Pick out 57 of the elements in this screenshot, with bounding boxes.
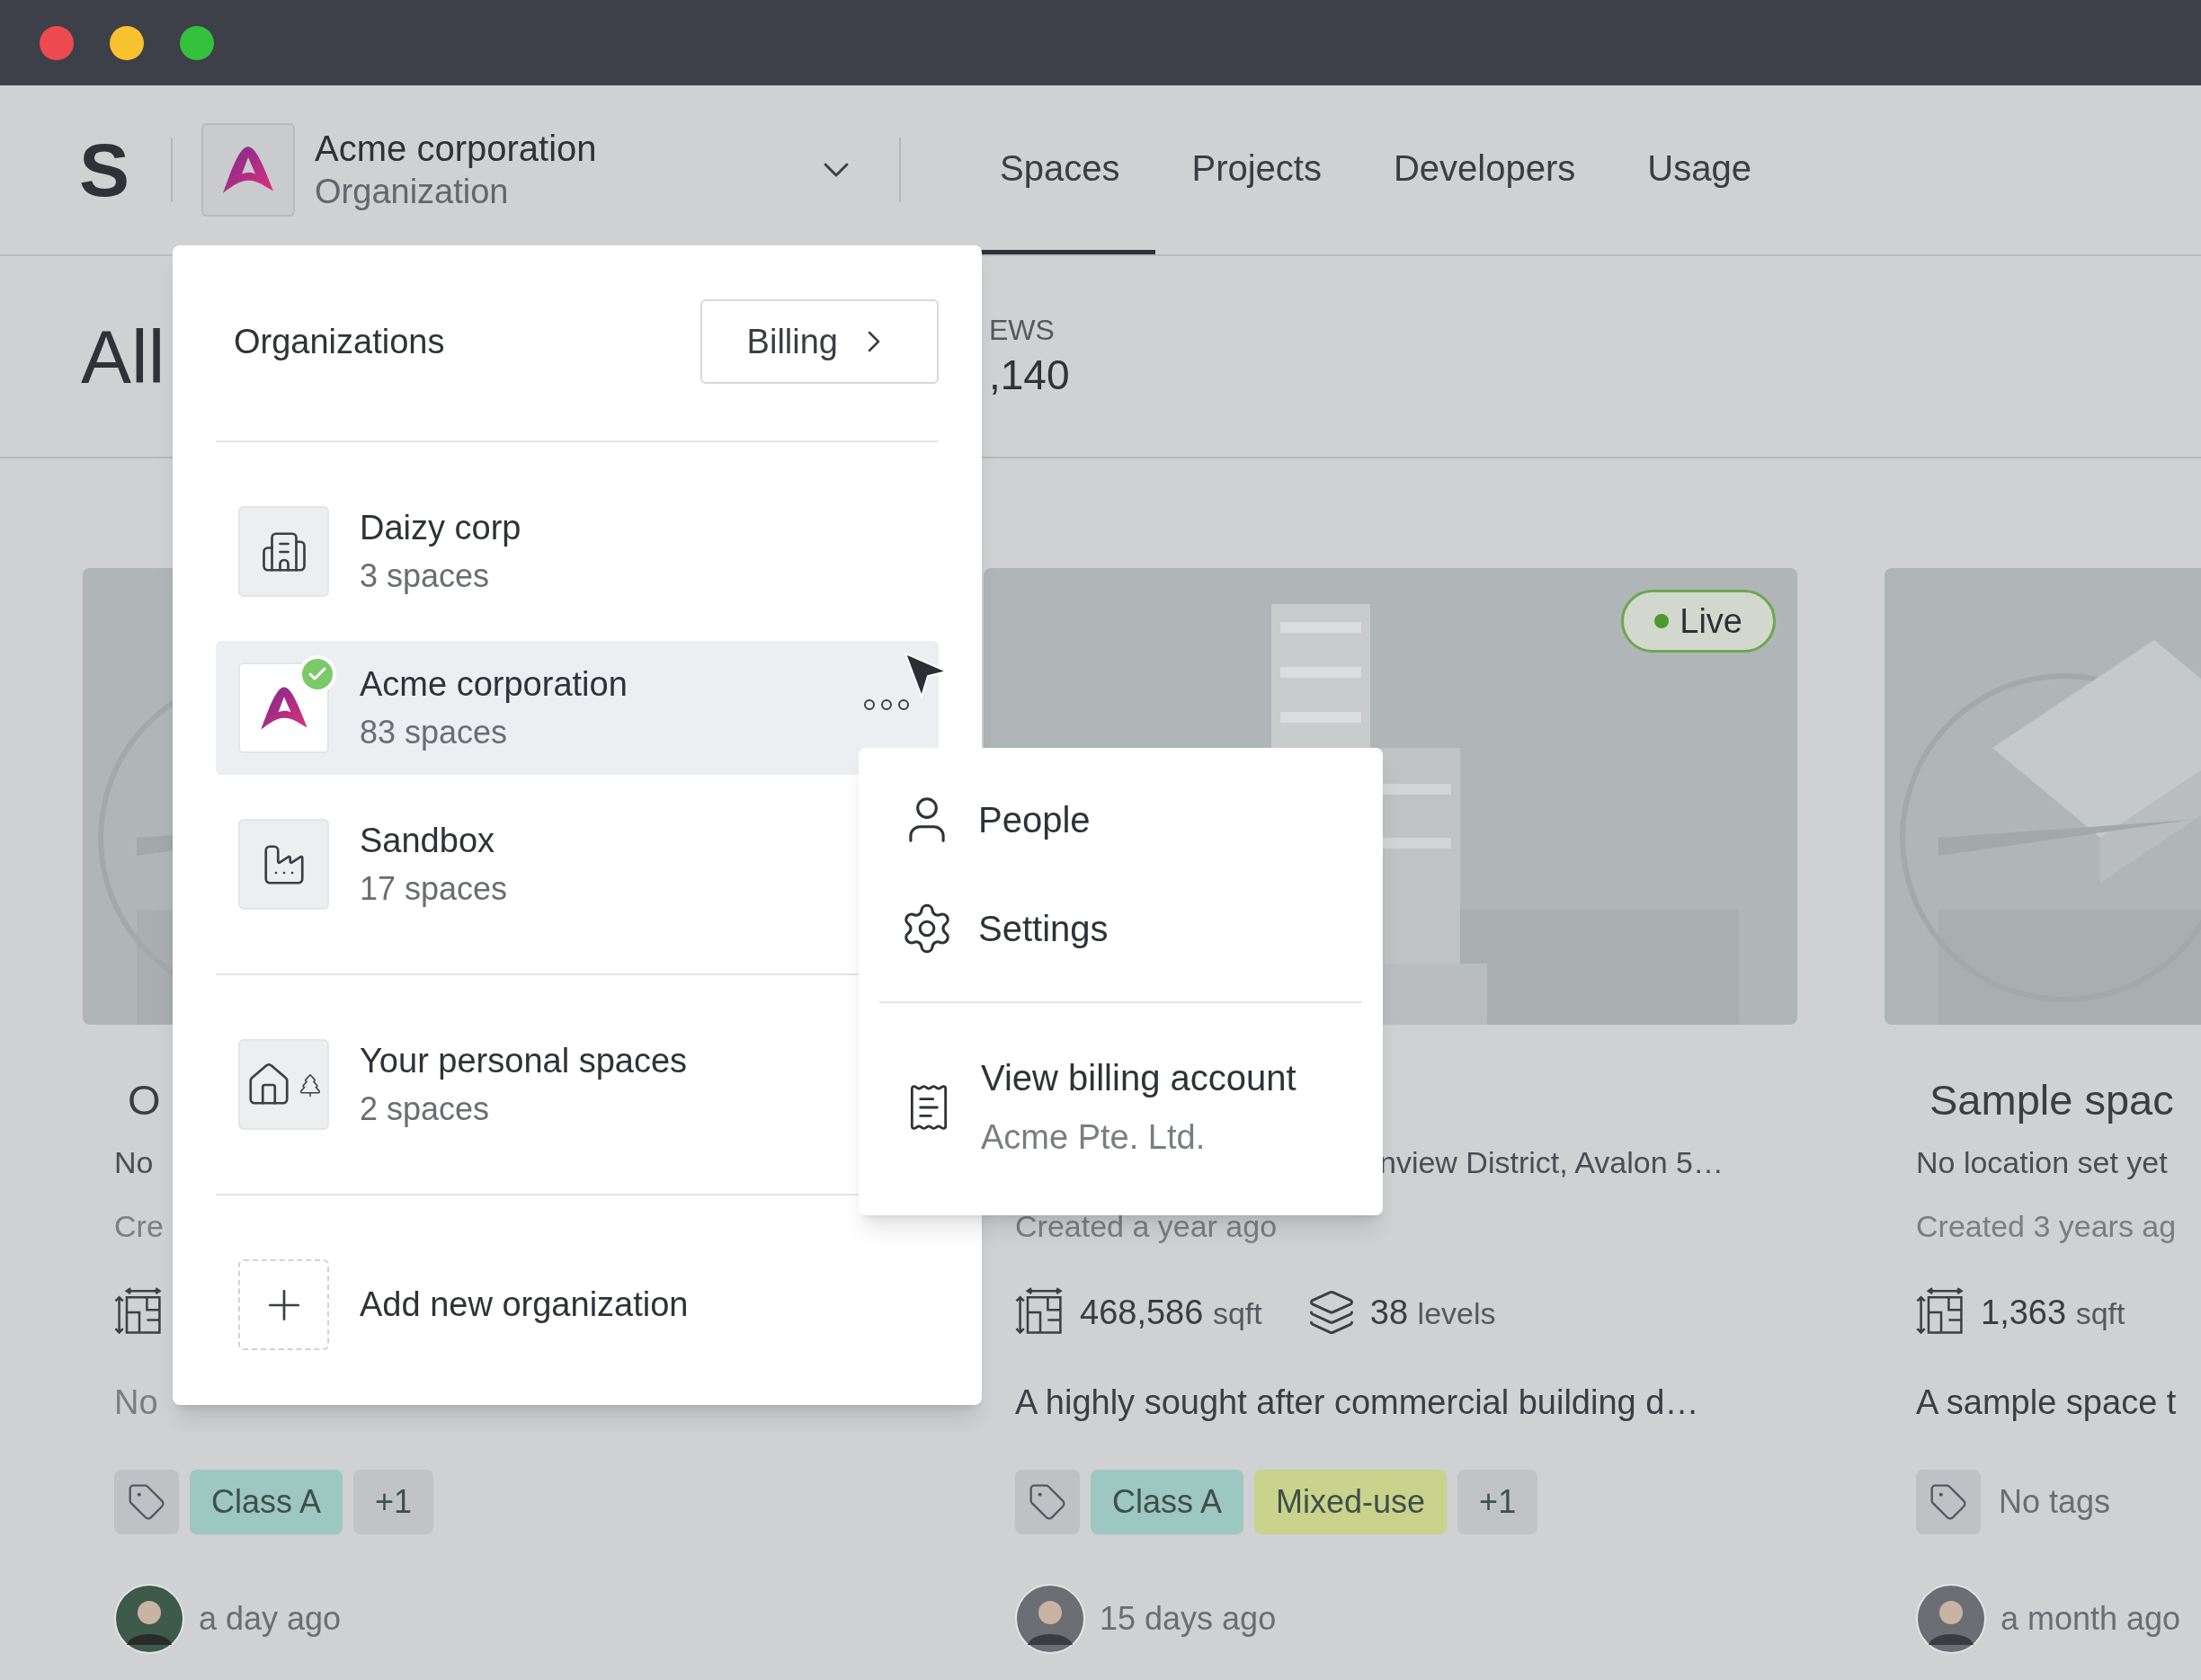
tag-icon — [114, 1470, 179, 1534]
org-type: Organization — [315, 172, 510, 212]
org-item-name: Acme corporation — [360, 663, 628, 705]
window-control[interactable] — [180, 25, 214, 60]
space-title: O — [128, 1078, 161, 1121]
org-name: Acme corporation — [315, 128, 598, 170]
notes-text: A sample space t — [1916, 1382, 2177, 1423]
stat-value: 1,363 sqft — [1981, 1292, 2125, 1333]
updated-text: 15 days ago — [1100, 1599, 1277, 1639]
stat-label: EWS — [989, 312, 1056, 348]
tag-icon — [1015, 1470, 1080, 1534]
updated-text: a month ago — [2001, 1599, 2181, 1639]
tag: Mixed-use — [1254, 1470, 1448, 1534]
org-item-count: 3 spaces — [360, 556, 491, 596]
created-text: Cre — [114, 1207, 164, 1245]
nav-tab[interactable]: Projects — [1155, 85, 1358, 254]
updated-text: a day ago — [199, 1599, 342, 1639]
tag: Class A — [1091, 1470, 1244, 1534]
org-item-count: 2 spaces — [360, 1089, 491, 1129]
add-organization-item[interactable]: Add new organization — [216, 1238, 939, 1372]
buildings-icon — [238, 506, 329, 597]
window-control[interactable] — [110, 25, 144, 60]
org-item-count: 17 spaces — [360, 868, 508, 909]
org-item[interactable]: Daizy corp 3 spaces — [216, 484, 939, 618]
org-item-name: Daizy corp — [360, 507, 521, 548]
live-badge: Live — [1621, 590, 1776, 653]
page-title: All — [81, 313, 165, 401]
app-logo[interactable]: S — [79, 132, 130, 208]
stat-number: ,140 — [989, 350, 1070, 400]
notes-text: No — [114, 1382, 158, 1423]
tag: Class A — [190, 1470, 343, 1534]
notes-text: A highly sought after commercial building d… — [1015, 1382, 1699, 1423]
nav-tab[interactable]: Developers — [1357, 85, 1612, 254]
more-icon[interactable] — [863, 698, 910, 711]
org-item-count: 83 spaces — [360, 712, 509, 752]
menu-title: Organizations — [234, 321, 445, 362]
billing-label: View billing account — [981, 1057, 1297, 1099]
tag-icon — [1916, 1470, 1981, 1534]
org-item[interactable]: Acme corporation 83 spaces — [216, 641, 939, 775]
billing-button[interactable]: Billing — [700, 299, 939, 384]
no-tags-text: No tags — [1999, 1482, 2111, 1522]
stat-value: 468,586 sqft — [1080, 1292, 1262, 1333]
house-icon — [238, 1039, 329, 1130]
org-item-name: Sandbox — [360, 820, 495, 861]
nav-tab[interactable]: Usage — [1611, 85, 1787, 254]
factory-icon — [238, 819, 329, 910]
org-item-name: Your personal spaces — [360, 1040, 688, 1081]
tag: +1 — [1457, 1470, 1538, 1534]
window-control[interactable] — [40, 25, 74, 60]
org-switcher[interactable]: Acme corporation Organization — [201, 123, 859, 217]
location-text: No — [114, 1143, 154, 1181]
location-text: No location set yet — [1916, 1143, 2168, 1181]
created-text: Created a year ago — [1015, 1207, 1278, 1245]
billing-account-name: Acme Pte. Ltd. — [981, 1117, 1207, 1158]
created-text: Created 3 years ag — [1916, 1207, 2177, 1245]
stat-value: 38 levels — [1369, 1292, 1496, 1333]
tag: +1 — [353, 1470, 434, 1534]
